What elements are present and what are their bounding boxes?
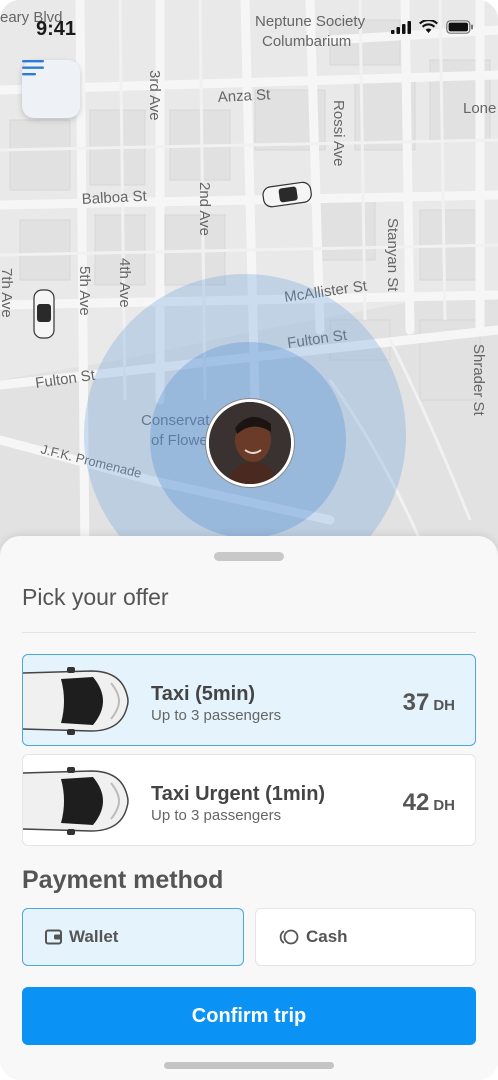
map-label-7th-ave: 7th Ave: [0, 268, 15, 318]
price-value: 42: [402, 789, 430, 816]
signal-icon: [391, 20, 411, 34]
map-label-5th-ave: 5th Ave: [76, 266, 93, 316]
offer-sheet: Pick your offer Taxi (5min) Up to 3 pass…: [0, 536, 498, 1080]
map-label-2nd-ave: 2nd Ave: [196, 182, 213, 236]
map-label-rossi: Rossi Ave: [330, 100, 347, 166]
payment-option-cash[interactable]: Cash: [255, 908, 476, 966]
status-bar: 9:41: [0, 0, 498, 60]
map-label-balboa: Balboa St: [81, 188, 148, 208]
offer-price: 42 DH: [403, 789, 455, 817]
battery-icon: [446, 20, 473, 34]
offer-subtitle: Up to 3 passengers: [151, 807, 282, 824]
map-label-3rd-ave: 3rd Ave: [146, 70, 163, 121]
map-label-anza: Anza St: [217, 86, 271, 106]
payment-method-title: Payment method: [22, 866, 224, 894]
price-currency: DH: [433, 697, 455, 714]
offer-name: Taxi (5min): [151, 683, 256, 705]
divider: [22, 632, 476, 633]
sheet-handle[interactable]: [214, 552, 284, 561]
home-indicator: [164, 1062, 334, 1069]
offer-taxi[interactable]: Taxi (5min) Up to 3 passengers 37 DH: [22, 654, 476, 746]
map-view[interactable]: eary Blvd Neptune Society Columbarium An…: [0, 0, 498, 596]
price-currency: DH: [433, 797, 455, 814]
map-label-shrader: Shrader St: [470, 344, 487, 417]
menu-button[interactable]: [22, 60, 80, 118]
wallet-icon: [45, 929, 62, 945]
car-icon: [23, 667, 129, 735]
payment-option-wallet[interactable]: Wallet: [22, 908, 244, 966]
offer-price: 37 DH: [403, 689, 455, 717]
status-icons: [391, 20, 474, 34]
car-icon: [23, 767, 129, 835]
map-label-4th-ave: 4th Ave: [116, 258, 133, 308]
payment-option-label: Cash: [306, 927, 348, 946]
app-screen: eary Blvd Neptune Society Columbarium An…: [0, 0, 498, 1080]
payment-option-label: Wallet: [69, 927, 119, 946]
coins-icon: [279, 929, 299, 945]
user-avatar[interactable]: [206, 399, 294, 487]
wifi-icon: [419, 20, 438, 33]
offer-taxi-urgent[interactable]: Taxi Urgent (1min) Up to 3 passengers 42…: [22, 754, 476, 846]
sheet-title: Pick your offer: [22, 584, 169, 610]
hamburger-icon: [22, 60, 44, 76]
offer-subtitle: Up to 3 passengers: [151, 707, 282, 724]
status-time: 9:41: [36, 18, 77, 40]
confirm-trip-button[interactable]: Confirm trip: [22, 987, 476, 1045]
avatar-image: [209, 402, 291, 484]
price-value: 37: [402, 689, 430, 716]
offer-name: Taxi Urgent (1min): [151, 783, 326, 805]
map-car-2: [33, 289, 55, 339]
map-label-lone: Lone: [463, 100, 496, 117]
map-label-stanyan: Stanyan St: [384, 218, 401, 292]
